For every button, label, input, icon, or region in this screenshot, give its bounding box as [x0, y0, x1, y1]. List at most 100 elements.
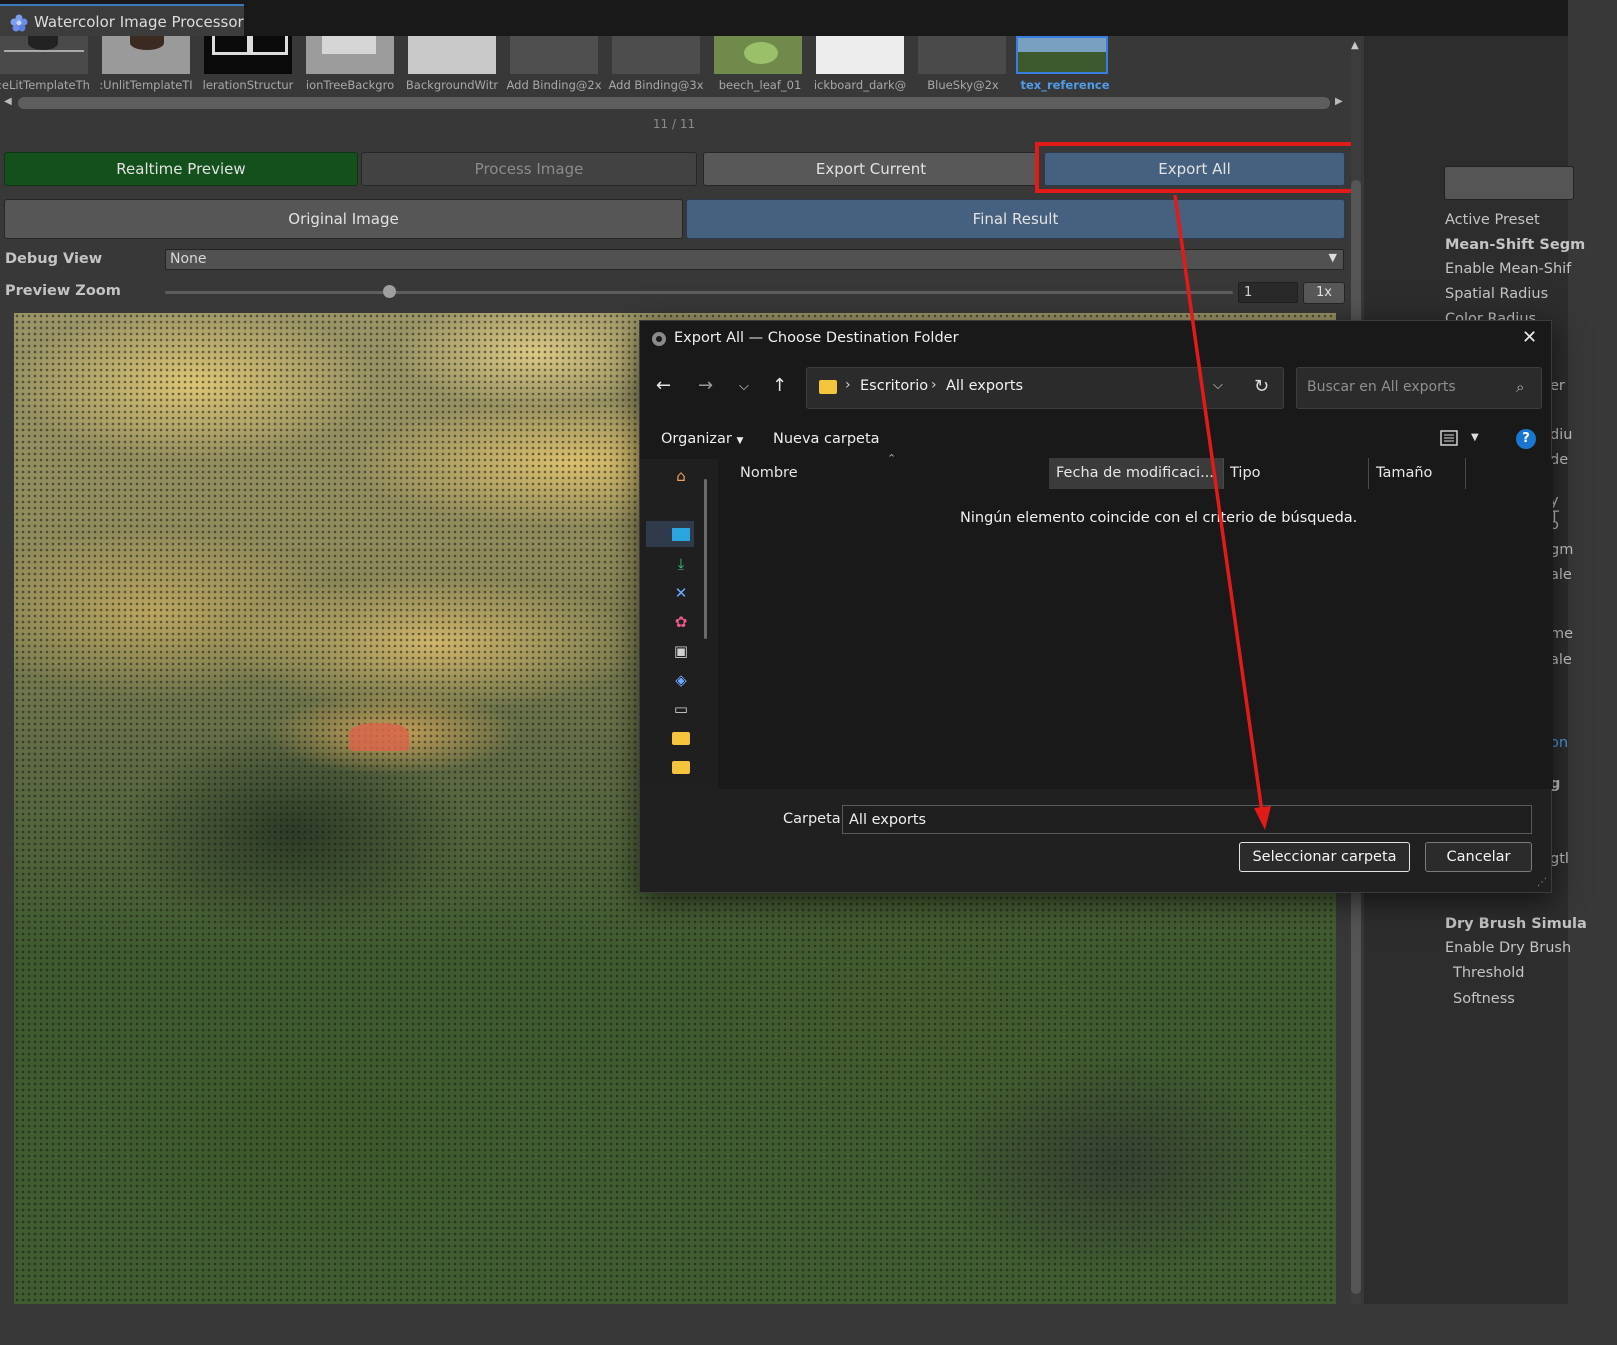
zoom-slider-track[interactable]	[165, 291, 1233, 294]
dry-brush-header: Dry Brush Simula	[1445, 916, 1587, 932]
folder-icon[interactable]	[671, 730, 691, 748]
thumbnail-image[interactable]	[510, 36, 598, 74]
export-current-button[interactable]: Export Current	[703, 152, 1039, 186]
caret-down-icon[interactable]: ▼	[1471, 432, 1479, 443]
thumbnail-label-selected: tex_reference	[1020, 78, 1110, 92]
breadcrumb-escritorio[interactable]: Escritorio	[860, 378, 928, 394]
breadcrumb-all-exports[interactable]: All exports	[946, 378, 1023, 394]
thumbnail-label: ickboard_dark@	[813, 78, 907, 92]
tools-icon[interactable]: ✕	[671, 584, 691, 602]
preview-zoom-label: Preview Zoom	[5, 283, 121, 299]
folder-icon	[819, 380, 837, 394]
thumbnail-image[interactable]	[306, 36, 394, 74]
column-header-date[interactable]: Fecha de modificaci...	[1056, 465, 1214, 481]
mean-shift-header: Mean-Shift Segm	[1445, 237, 1586, 253]
folder-label: Carpeta:	[783, 811, 846, 827]
zoom-reset-button[interactable]: 1x	[1303, 282, 1345, 304]
inspector-fragment: ale	[1550, 652, 1572, 668]
inspector-fragment: ale	[1550, 567, 1572, 583]
scroll-right-icon[interactable]: ▶	[1335, 96, 1343, 107]
thumbnail-image[interactable]	[714, 36, 802, 74]
nav-pane-scrollbar[interactable]	[704, 479, 707, 639]
search-icon: ⌕	[1516, 378, 1525, 396]
thumbnail-label: ionTreeBackgro	[305, 78, 395, 92]
thumbnail-image[interactable]	[0, 36, 88, 74]
app-gear-icon	[652, 332, 666, 346]
desktop-icon[interactable]	[671, 526, 691, 544]
thumbnail-scrollbar[interactable]	[18, 97, 1330, 109]
chevron-right-icon: ›	[845, 377, 851, 393]
sort-caret-icon: ⌃	[887, 452, 897, 465]
red-roof-detail	[349, 723, 409, 751]
pictures-icon[interactable]: ✿	[671, 613, 691, 631]
chevron-right-icon: ›	[931, 377, 937, 393]
home-icon[interactable]: ⌂	[671, 467, 691, 485]
enable-mean-shift-label: Enable Mean-Shif	[1445, 261, 1572, 277]
caret-down-icon: ▼	[736, 436, 744, 446]
folder-name-input[interactable]	[842, 805, 1532, 834]
recent-locations-icon[interactable]: ⌵	[739, 379, 749, 394]
thumbnail-image[interactable]	[816, 36, 904, 74]
debug-view-label: Debug View	[5, 251, 103, 267]
original-image-tab[interactable]: Original Image	[4, 199, 683, 239]
column-header-type[interactable]: Tipo	[1230, 465, 1261, 481]
file-list	[719, 459, 1553, 789]
resize-grip-icon[interactable]: ⋰	[1537, 877, 1547, 888]
thumbnail-image-selected[interactable]	[1016, 36, 1108, 74]
pc-icon[interactable]: ▣	[671, 642, 691, 660]
thumbnail-image[interactable]	[612, 36, 700, 74]
inspector-fragment: diu	[1550, 427, 1573, 443]
column-divider[interactable]	[1223, 458, 1224, 489]
thumbnail-label: lerationStructur	[202, 78, 294, 92]
organize-menu[interactable]: Organizar ▼	[661, 431, 743, 447]
refresh-icon[interactable]: ↻	[1254, 376, 1269, 397]
thumbnail-label: :UnlitTemplateTI	[99, 78, 193, 92]
thumbnail-image[interactable]	[102, 36, 190, 74]
forward-arrow-icon[interactable]: →	[698, 375, 713, 396]
thumbnail-image[interactable]	[918, 36, 1006, 74]
app-tab[interactable]: Watercolor Image Processor	[0, 4, 244, 36]
thumbnail-image[interactable]	[408, 36, 496, 74]
empty-message: Ningún elemento coincide con el criterio…	[960, 510, 1358, 526]
column-header-name[interactable]: Nombre	[740, 465, 798, 481]
scroll-left-icon[interactable]: ◀	[4, 96, 12, 107]
realtime-preview-button[interactable]: Realtime Preview	[4, 152, 358, 186]
thumbnail-label: BlueSky@2x	[927, 78, 999, 92]
debug-view-dropdown[interactable]: None ▼	[165, 249, 1344, 270]
inspector-button[interactable]	[1444, 166, 1574, 200]
zoom-value-field[interactable]: 1	[1238, 282, 1298, 303]
chevron-down-icon[interactable]: ⌵	[1213, 378, 1223, 393]
folder-icon[interactable]	[671, 759, 691, 777]
thumbnail-image[interactable]	[204, 36, 292, 74]
thumbnail-label: Add Binding@2x	[506, 78, 602, 92]
active-preset-label: Active Preset	[1445, 212, 1540, 228]
cancel-button[interactable]: Cancelar	[1425, 842, 1532, 872]
downloads-icon[interactable]: ⤓	[671, 555, 691, 573]
folder-picker-dialog: Export All — Choose Destination Folder ✕…	[639, 320, 1553, 893]
final-result-tab[interactable]: Final Result	[686, 199, 1345, 239]
back-arrow-icon[interactable]: ←	[656, 375, 671, 396]
column-divider[interactable]	[1465, 458, 1466, 489]
app-title: Watercolor Image Processor	[34, 13, 244, 31]
help-icon[interactable]: ?	[1516, 429, 1536, 449]
process-image-button[interactable]: Process Image	[361, 152, 697, 186]
drive-icon[interactable]: ▭	[671, 700, 691, 718]
thumbnail-label: Add Binding@3x	[608, 78, 704, 92]
search-input[interactable]	[1305, 378, 1509, 396]
zoom-slider-handle[interactable]	[383, 285, 397, 298]
select-folder-button[interactable]: Seleccionar carpeta	[1239, 842, 1410, 872]
scroll-up-icon[interactable]: ▲	[1351, 40, 1359, 51]
softness-label: Softness	[1453, 991, 1515, 1007]
view-list-icon[interactable]	[1440, 429, 1458, 447]
new-folder-button[interactable]: Nueva carpeta	[773, 431, 880, 447]
threshold-label: Threshold	[1453, 965, 1525, 981]
column-header-size[interactable]: Tamaño	[1376, 465, 1432, 481]
close-icon[interactable]: ✕	[1522, 327, 1537, 348]
up-arrow-icon[interactable]: ↑	[772, 375, 787, 396]
objects-icon[interactable]: ◈	[671, 671, 691, 689]
dialog-title: Export All — Choose Destination Folder	[674, 330, 959, 346]
address-bar[interactable]: › Escritorio › All exports ⌵ ↻	[806, 367, 1284, 409]
search-field[interactable]: ⌕	[1296, 367, 1542, 409]
column-divider[interactable]	[1368, 458, 1369, 489]
inspector-fragment: me	[1550, 626, 1574, 642]
